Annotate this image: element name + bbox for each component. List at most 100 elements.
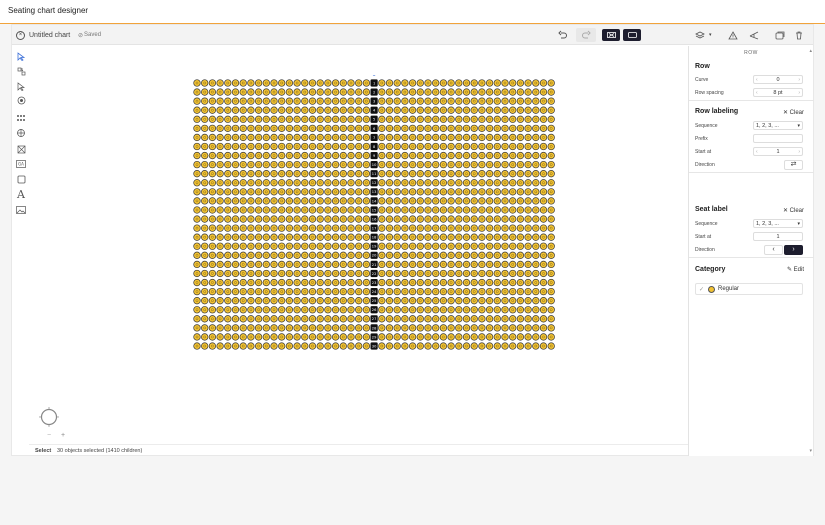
seat[interactable] [501,151,509,160]
seat[interactable] [270,278,278,287]
seat[interactable] [270,170,278,178]
seat[interactable] [331,269,340,278]
seat[interactable] [516,215,525,223]
seat[interactable] [262,142,270,151]
seat[interactable] [378,206,386,214]
seat[interactable] [193,242,201,250]
seat[interactable] [301,160,309,169]
seat-row[interactable]: 11 [193,170,555,178]
seat[interactable] [201,278,209,287]
seat[interactable] [293,342,301,350]
seat[interactable] [239,206,247,214]
seat[interactable] [408,215,417,223]
seat[interactable] [285,342,294,350]
seat[interactable] [432,160,440,169]
seat[interactable] [393,297,401,305]
seat[interactable] [501,224,509,232]
seat[interactable] [439,315,448,323]
seat[interactable] [532,133,540,142]
seat[interactable] [216,324,224,332]
seat[interactable] [447,197,455,205]
seat[interactable] [324,97,332,105]
seat[interactable] [547,188,555,196]
seat[interactable] [208,342,217,350]
seat[interactable] [393,79,401,87]
seat[interactable] [447,297,455,305]
seat[interactable] [393,88,401,96]
seat[interactable] [539,151,548,160]
seat[interactable] [301,215,309,223]
seat[interactable] [308,97,317,105]
seat[interactable] [355,260,363,269]
seat[interactable] [532,79,540,87]
seat[interactable] [378,188,386,196]
seat[interactable] [501,278,509,287]
seat[interactable] [416,97,424,105]
seat[interactable] [316,97,324,105]
seat[interactable] [378,160,386,169]
seat[interactable] [532,124,540,132]
seat[interactable] [532,106,540,114]
seat[interactable] [347,142,355,151]
seat[interactable] [439,306,448,314]
seat[interactable] [362,215,371,223]
seat[interactable] [447,79,455,87]
seat[interactable] [478,287,486,296]
seat[interactable] [278,242,286,250]
seat[interactable] [224,215,232,223]
seat-row[interactable]: 4 [193,106,555,114]
seat[interactable] [385,197,394,205]
seat[interactable] [270,160,278,169]
seat[interactable] [501,133,509,142]
seat[interactable] [247,115,255,123]
seat[interactable] [224,306,232,314]
seat[interactable] [231,188,240,196]
seat[interactable] [478,97,486,105]
seat[interactable] [301,151,309,160]
seat-row[interactable]: 7 [193,133,555,142]
seat[interactable] [270,260,278,269]
seat[interactable] [501,142,509,151]
seat[interactable] [324,260,332,269]
seat[interactable] [308,206,317,214]
seat[interactable] [362,97,371,105]
seat[interactable] [331,151,340,160]
seat[interactable] [331,287,340,296]
seat[interactable] [193,170,201,178]
seat[interactable] [516,124,525,132]
seat[interactable] [201,133,209,142]
seat[interactable] [193,278,201,287]
seat[interactable] [339,97,347,105]
seat[interactable] [216,333,224,341]
seat[interactable] [293,188,301,196]
seat[interactable] [262,260,270,269]
section-icon[interactable] [15,127,27,139]
seat[interactable] [401,324,409,332]
seat[interactable] [355,88,363,96]
seat[interactable] [355,342,363,350]
seat[interactable] [247,188,255,196]
seat[interactable] [462,206,471,214]
seat[interactable] [378,142,386,151]
seat[interactable] [231,260,240,269]
seat[interactable] [308,170,317,178]
seat[interactable] [378,97,386,105]
seat[interactable] [493,333,501,341]
seat[interactable] [285,179,294,187]
seat[interactable] [355,224,363,232]
seat[interactable] [408,160,417,169]
chart-canvas[interactable]: 1 2 3 4 5 6 7 8 9 10 11 12 13 14 15 16 17 18 19 20 21 22 23 24 2… [29,46,688,444]
seat[interactable] [208,233,217,241]
seat[interactable] [501,160,509,169]
seat[interactable] [378,269,386,278]
chevron-down-icon[interactable]: ▾ [709,28,712,42]
close-icon[interactable]: × [16,28,25,42]
seat[interactable] [462,197,471,205]
seat[interactable] [516,297,525,305]
seat[interactable] [247,324,255,332]
seat[interactable] [432,278,440,287]
seat[interactable] [485,333,494,341]
seat[interactable] [509,97,517,105]
seat[interactable] [278,233,286,241]
seat[interactable] [539,224,548,232]
